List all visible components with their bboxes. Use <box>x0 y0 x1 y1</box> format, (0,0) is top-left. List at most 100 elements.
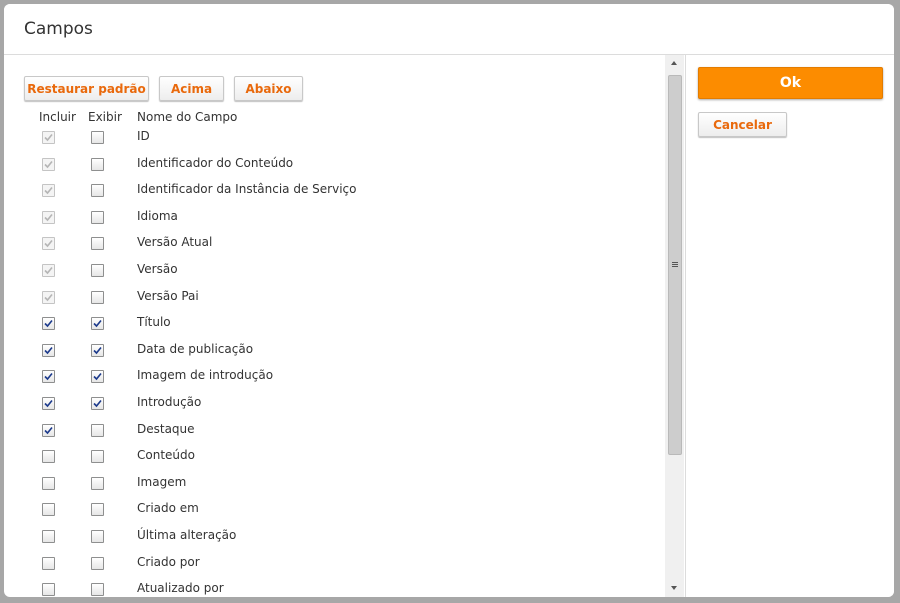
include-checkbox[interactable] <box>42 450 55 464</box>
include-checkbox[interactable] <box>42 370 55 384</box>
field-row: Versão Pai <box>4 287 664 314</box>
dialog-header: Campos <box>4 4 894 55</box>
field-row: Criado por <box>4 553 664 580</box>
display-checkbox[interactable] <box>91 131 104 144</box>
field-name: Criado em <box>137 501 199 516</box>
display-checkbox[interactable] <box>91 237 104 251</box>
fields-pane: Restaurar padrão Acima Abaixo Incluir Ex… <box>4 55 686 597</box>
display-checkbox[interactable] <box>91 184 104 198</box>
field-row: Atualizado por <box>4 579 664 597</box>
checkmark-icon <box>44 187 53 195</box>
grip-line <box>672 262 678 263</box>
include-checkbox <box>42 184 55 198</box>
scroll-thumb[interactable] <box>668 75 682 455</box>
field-name: Introdução <box>137 394 202 409</box>
field-row: ID <box>4 127 664 154</box>
field-name: Idioma <box>137 208 178 223</box>
checkmark-icon <box>44 399 53 408</box>
field-name: Imagem de introdução <box>137 368 274 383</box>
grip-line <box>672 264 678 265</box>
field-row: Idioma <box>4 207 664 234</box>
move-down-button[interactable]: Abaixo <box>234 76 303 101</box>
checkmark-icon <box>93 399 102 408</box>
checkmark-icon <box>93 346 102 354</box>
include-checkbox[interactable] <box>42 529 55 543</box>
checkmark-icon <box>44 293 53 301</box>
field-name: Atualizado por <box>137 581 224 596</box>
include-checkbox[interactable] <box>42 423 55 437</box>
column-header-field-name: Nome do Campo <box>137 110 238 124</box>
field-name: Versão Atual <box>137 235 213 250</box>
checkmark-icon <box>93 373 102 381</box>
field-name: Versão Pai <box>137 288 199 303</box>
field-name: Destaque <box>137 421 195 436</box>
include-checkbox[interactable] <box>42 396 55 410</box>
field-name: Versão <box>137 261 178 276</box>
checkmark-icon <box>44 373 53 381</box>
field-row: Imagem de introdução <box>4 366 664 393</box>
display-checkbox[interactable] <box>91 396 104 410</box>
checkmark-icon <box>44 240 53 248</box>
include-checkbox[interactable] <box>42 503 55 517</box>
field-name: Identificador da Instância de Serviço <box>137 182 357 197</box>
checkmark-icon <box>44 133 53 142</box>
display-checkbox[interactable] <box>91 263 104 277</box>
checkmark-icon <box>44 213 53 221</box>
field-name: Imagem <box>137 474 187 489</box>
include-checkbox[interactable] <box>42 583 55 597</box>
include-checkbox <box>42 131 55 144</box>
field-row: Versão <box>4 260 664 287</box>
include-checkbox <box>42 237 55 251</box>
checkmark-icon <box>44 160 53 168</box>
field-row: Destaque <box>4 420 664 447</box>
field-name: Data de publicação <box>137 341 254 356</box>
field-name: Título <box>137 315 171 330</box>
fields-list: ID Identificador do Conteúdo Identificador… <box>4 127 664 597</box>
display-checkbox[interactable] <box>91 476 104 490</box>
scroll-down-arrow-icon[interactable] <box>665 580 684 597</box>
display-checkbox[interactable] <box>91 503 104 517</box>
restore-default-button[interactable]: Restaurar padrão <box>24 76 149 101</box>
column-headers: Incluir Exibir Nome do Campo <box>4 110 664 128</box>
display-checkbox[interactable] <box>91 370 104 384</box>
field-row: Conteúdo <box>4 446 664 473</box>
display-checkbox[interactable] <box>91 423 104 437</box>
display-checkbox[interactable] <box>91 210 104 224</box>
ok-button[interactable]: Ok <box>698 67 883 99</box>
display-checkbox[interactable] <box>91 529 104 543</box>
checkmark-icon <box>44 346 53 354</box>
field-name: Identificador do Conteúdo <box>137 155 294 170</box>
display-checkbox[interactable] <box>91 290 104 304</box>
field-row: Versão Atual <box>4 233 664 260</box>
move-up-button[interactable]: Acima <box>159 76 224 101</box>
include-checkbox[interactable] <box>42 343 55 357</box>
vertical-scrollbar[interactable] <box>665 55 684 597</box>
checkmark-icon <box>44 266 53 275</box>
checkmark-icon <box>44 320 53 328</box>
dialog-title: Campos <box>24 19 93 39</box>
include-checkbox[interactable] <box>42 476 55 490</box>
field-row: Identificador do Conteúdo <box>4 154 664 181</box>
cancel-button[interactable]: Cancelar <box>698 112 787 137</box>
field-row: Identificador da Instância de Serviço <box>4 180 664 207</box>
field-name: Conteúdo <box>137 448 195 463</box>
include-checkbox[interactable] <box>42 317 55 331</box>
campos-dialog: Campos Restaurar padrão Acima Abaixo Inc… <box>4 4 894 597</box>
include-checkbox[interactable] <box>42 556 55 570</box>
include-checkbox <box>42 290 55 304</box>
display-checkbox[interactable] <box>91 556 104 570</box>
field-row: Título <box>4 313 664 340</box>
include-checkbox <box>42 157 55 171</box>
include-checkbox <box>42 210 55 224</box>
scroll-up-arrow-icon[interactable] <box>665 55 684 72</box>
field-row: Introdução <box>4 393 664 420</box>
display-checkbox[interactable] <box>91 343 104 357</box>
display-checkbox[interactable] <box>91 583 104 597</box>
display-checkbox[interactable] <box>91 157 104 171</box>
display-checkbox[interactable] <box>91 317 104 331</box>
column-header-display: Exibir <box>88 110 122 124</box>
display-checkbox[interactable] <box>91 450 104 464</box>
checkmark-icon <box>44 426 53 434</box>
actions-pane: Ok Cancelar <box>686 55 894 597</box>
field-name: ID <box>137 129 150 143</box>
